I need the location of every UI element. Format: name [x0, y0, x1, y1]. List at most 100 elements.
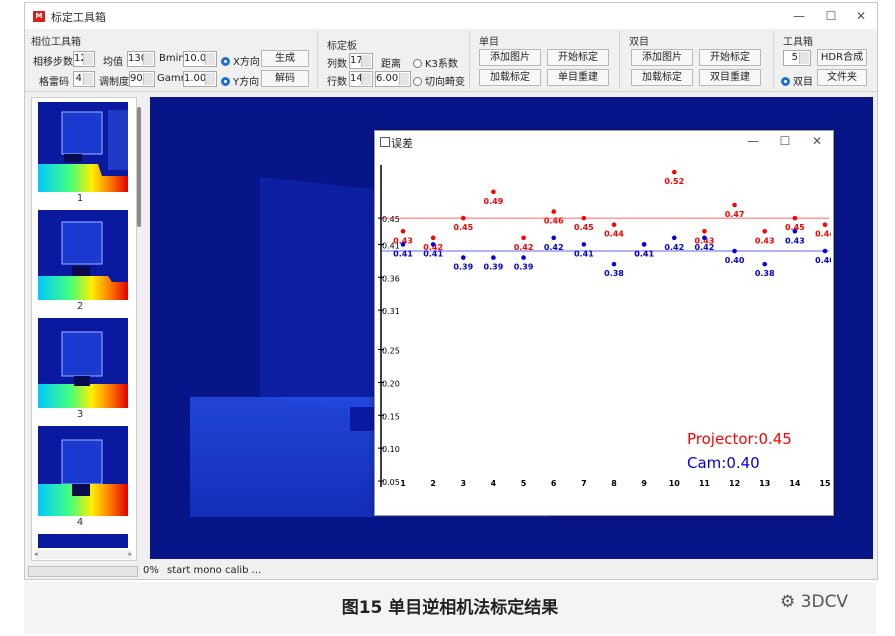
group-title: 相位工具箱 [31, 37, 81, 48]
data-point-cam [792, 228, 798, 234]
thumbnail-label: 2 [76, 301, 84, 312]
data-point-cam [822, 248, 828, 254]
minimize-button[interactable]: — [785, 7, 813, 25]
data-label-cam: 0.41 [574, 249, 594, 258]
data-label-cam: 0.41 [634, 249, 654, 258]
hdr-merge-button[interactable]: HDR合成 [817, 49, 867, 66]
y-tick-label: 0.20 [382, 379, 400, 388]
x-tick-label: 12 [729, 479, 740, 488]
modulation-label: 调制度 [99, 77, 129, 88]
radio-unselected-icon [413, 77, 422, 86]
data-label-projector: 0.44 [815, 230, 831, 239]
folder-button[interactable]: 文件夹 [817, 69, 867, 86]
step-label: 相移步数 [33, 57, 73, 68]
data-point-cam [400, 242, 406, 247]
thumbnail-image[interactable] [38, 534, 128, 548]
data-point-cam [521, 255, 526, 260]
data-point-projector [551, 209, 557, 214]
horizontal-scrollbar[interactable]: ◂ ▸ [34, 550, 132, 559]
data-label-projector: 0.42 [514, 243, 534, 252]
x-tick-label: 3 [460, 479, 466, 488]
maximize-button[interactable]: ☐ [817, 7, 845, 25]
cols-spinbox[interactable]: 17 [349, 53, 373, 69]
stereo-start-calib-button[interactable]: 开始标定 [699, 49, 761, 66]
data-point-cam [732, 248, 737, 254]
modulation-spinbox[interactable]: 90 [129, 71, 155, 87]
data-point-projector [762, 228, 768, 234]
thumbnail-image[interactable] [38, 102, 128, 192]
data-label-cam: 0.40 [725, 256, 745, 265]
gamma-spinbox[interactable]: 1.00 [183, 71, 217, 87]
mono-rebuild-button[interactable]: 单目重建 [547, 69, 609, 86]
y-tick-label: 0.31 [382, 307, 400, 316]
distance-spinbox[interactable]: 6.00 [375, 71, 411, 87]
data-label-projector: 0.47 [725, 210, 745, 219]
thumbnail-image[interactable] [38, 210, 128, 300]
data-point-cam [430, 242, 436, 247]
thumbnail-image[interactable] [38, 318, 128, 408]
stereo-rebuild-button[interactable]: 双目重建 [699, 69, 761, 86]
data-point-cam [460, 255, 466, 260]
close-button[interactable]: ✕ [847, 7, 875, 25]
data-label-projector: 0.44 [604, 230, 624, 239]
mono-group: 单目 添加图片 开始标定 加载标定 单目重建 [473, 31, 620, 89]
thumbnail-list[interactable]: 1 2 3 4 ◂ ▸ [31, 97, 137, 561]
radio-selected-icon [221, 77, 230, 86]
stereo-add-image-button[interactable]: 添加图片 [631, 49, 693, 66]
x-direction-radio[interactable]: X方向 [221, 53, 260, 68]
group-title: 双目 [629, 37, 649, 48]
title-bar: M 标定工具箱 — ☐ ✕ [25, 3, 877, 29]
error-minimize-button[interactable]: — [739, 132, 767, 150]
data-point-cam [641, 242, 647, 247]
gray-code-spinbox[interactable]: 4 [73, 71, 95, 87]
count-spinbox[interactable]: 5 [783, 50, 811, 66]
mono-start-calib-button[interactable]: 开始标定 [547, 49, 609, 66]
mean-spinbox[interactable]: 130 [127, 51, 155, 67]
radio-unselected-icon [413, 59, 422, 68]
decode-button[interactable]: 解码 [261, 70, 309, 87]
calibration-board-group: 标定板 列数 17 距离 K3系数 行数 14 6.00 切向畸变 [321, 31, 470, 89]
watermark-text: 3DCV [800, 592, 849, 612]
data-point-projector [792, 215, 798, 221]
rows-spinbox[interactable]: 14 [349, 71, 373, 87]
data-label-cam: 0.39 [484, 263, 504, 272]
progress-bar [28, 566, 138, 577]
y-tick-label: 0.25 [382, 347, 400, 356]
data-label-projector: 0.52 [664, 177, 684, 186]
mono-load-calib-button[interactable]: 加载标定 [479, 69, 541, 86]
k3-coefficient-radio[interactable]: K3系数 [413, 55, 458, 70]
mono-add-image-button[interactable]: 添加图片 [479, 49, 541, 66]
x-tick-label: 15 [819, 479, 831, 488]
step-spinbox[interactable]: 12 [73, 51, 95, 67]
x-tick-label: 7 [581, 479, 587, 488]
y-direction-radio[interactable]: Y方向 [221, 73, 259, 88]
rows-label: 行数 [327, 77, 347, 88]
bmin-spinbox[interactable]: 10.00 [183, 51, 217, 67]
data-label-cam: 0.40 [815, 256, 831, 265]
wechat-icon: ⚙ [780, 592, 796, 612]
legend-cam: Cam:0.40 [687, 454, 760, 472]
thumbnail-image[interactable] [38, 426, 128, 516]
thumbnail-label: 3 [76, 409, 84, 420]
error-window[interactable]: 误差 — ☐ ✕ 0.45 0.41 0.36 0.31 0.25 0.20 0.15 0.1… [374, 130, 834, 516]
stereo-radio[interactable]: 双目 [781, 73, 813, 88]
window-icon [380, 137, 390, 147]
vertical-scrollbar[interactable] [137, 107, 141, 227]
data-point-projector [400, 228, 406, 234]
data-point-cam [671, 235, 677, 241]
x-tick-label: 9 [641, 479, 647, 488]
status-message: start mono calib ... [167, 565, 262, 576]
y-tick-label: 0.45 [382, 215, 400, 224]
data-label-cam: 0.42 [544, 243, 564, 252]
generate-button[interactable]: 生成 [261, 50, 309, 67]
data-label-cam: 0.39 [514, 263, 534, 272]
error-close-button[interactable]: ✕ [803, 132, 831, 150]
data-point-projector [702, 228, 707, 234]
error-maximize-button[interactable]: ☐ [771, 132, 799, 150]
radio-selected-icon [221, 57, 230, 66]
data-point-cam [491, 255, 496, 260]
data-point-cam [551, 235, 557, 241]
data-label-projector: 0.45 [453, 223, 473, 232]
tangential-distortion-radio[interactable]: 切向畸变 [413, 73, 465, 88]
stereo-load-calib-button[interactable]: 加载标定 [631, 69, 693, 86]
